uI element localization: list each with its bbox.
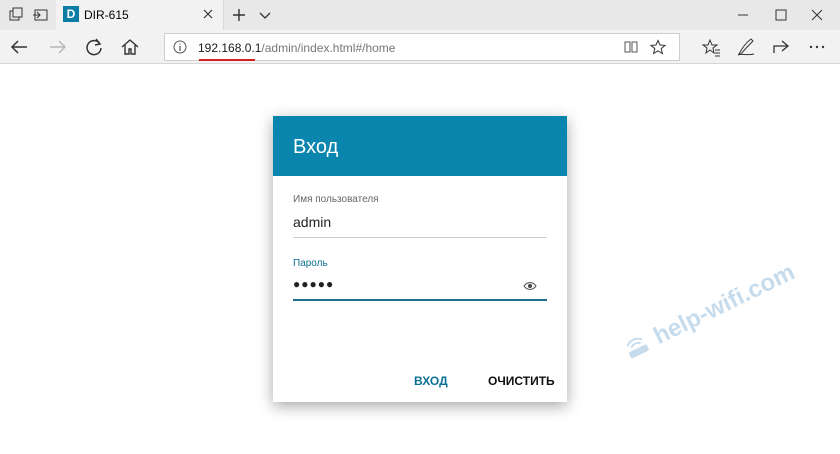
password-underline: [293, 299, 547, 301]
url-path: /admin/index.html#/home: [261, 41, 396, 55]
forward-icon[interactable]: [47, 36, 69, 58]
tab-list-icon[interactable]: [8, 6, 26, 24]
pen-notes-icon[interactable]: [735, 36, 757, 58]
url-host: 192.168.0.1: [198, 41, 262, 55]
set-tabs-aside-icon[interactable]: [32, 6, 50, 24]
watermark: help-wifi.com: [620, 258, 799, 365]
username-underline: [293, 237, 547, 238]
close-window-icon[interactable]: [794, 0, 840, 30]
username-field[interactable]: admin: [293, 214, 547, 230]
address-bar[interactable]: 192.168.0.1/admin/index.html#/home: [164, 33, 680, 61]
favorite-star-icon[interactable]: [650, 39, 666, 55]
chevron-down-icon[interactable]: [256, 6, 274, 24]
back-icon[interactable]: [8, 36, 30, 58]
wifi-router-icon: [626, 337, 649, 359]
favorites-hub-icon[interactable]: [700, 36, 722, 58]
dlink-favicon-icon: D: [63, 6, 79, 22]
url-text[interactable]: 192.168.0.1/admin/index.html#/home: [198, 41, 395, 55]
share-icon[interactable]: [770, 36, 792, 58]
browser-titlebar: D DIR-615: [0, 0, 840, 30]
new-tab-icon[interactable]: [230, 6, 248, 24]
password-label: Пароль: [293, 258, 328, 269]
password-field[interactable]: ●●●●●: [293, 277, 547, 291]
close-tab-icon[interactable]: [201, 7, 215, 21]
refresh-icon[interactable]: [83, 36, 105, 58]
username-label: Имя пользователя: [293, 194, 379, 205]
more-options-icon[interactable]: [806, 36, 828, 58]
clear-button[interactable]: ОЧИСТИТЬ: [488, 374, 555, 388]
watermark-text: help-wifi.com: [649, 258, 800, 350]
login-dialog: Вход Имя пользователя admin Пароль ●●●●●…: [273, 116, 567, 402]
home-icon[interactable]: [119, 36, 141, 58]
info-icon[interactable]: [173, 40, 187, 54]
browser-navbar: 192.168.0.1/admin/index.html#/home: [0, 30, 840, 64]
tab-title: DIR-615: [84, 8, 129, 22]
reading-view-icon[interactable]: [623, 39, 639, 55]
url-underline: [199, 59, 255, 61]
browser-tab[interactable]: D DIR-615: [56, 0, 224, 30]
login-dialog-title: Вход: [293, 136, 339, 158]
show-password-eye-icon[interactable]: [523, 281, 537, 291]
login-button[interactable]: ВХОД: [414, 374, 448, 388]
